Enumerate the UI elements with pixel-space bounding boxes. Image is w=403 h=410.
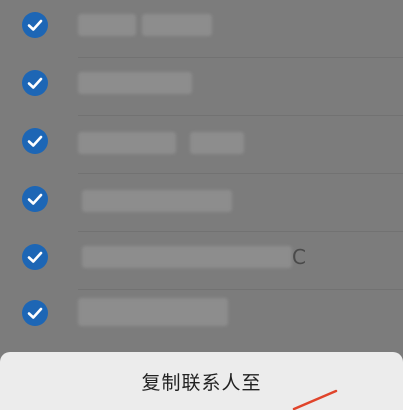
contact-row[interactable] <box>0 0 403 58</box>
checkmark-icon[interactable] <box>22 128 48 154</box>
contact-row[interactable] <box>0 116 403 174</box>
checkmark-icon[interactable] <box>22 186 48 212</box>
checkmark-icon[interactable] <box>22 12 48 38</box>
contact-name: C <box>78 244 318 270</box>
contact-name <box>78 296 238 326</box>
checkmark-icon[interactable] <box>22 70 48 96</box>
checkmark-icon[interactable] <box>22 244 48 270</box>
annotation-arrow-icon <box>292 389 338 410</box>
checkmark-icon[interactable] <box>22 300 48 326</box>
contact-name <box>78 12 218 38</box>
contact-name <box>78 186 238 212</box>
contact-row[interactable] <box>0 58 403 116</box>
contact-row[interactable]: C <box>0 232 403 290</box>
contact-name-suffix: C <box>292 245 306 269</box>
contact-name <box>78 70 198 96</box>
contact-name <box>78 128 248 154</box>
contact-row[interactable] <box>0 290 403 348</box>
contact-row[interactable] <box>0 174 403 232</box>
